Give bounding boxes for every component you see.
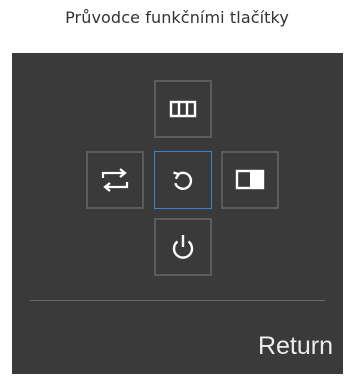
return-key[interactable]	[154, 151, 212, 209]
panel-divider	[30, 300, 325, 301]
power-icon	[172, 235, 194, 259]
guide-caption: Průvodce funkčními tlačítky	[65, 8, 289, 27]
swap-arrows-icon	[101, 168, 129, 192]
picture-mode-icon	[235, 169, 265, 190]
menu-grid-icon	[169, 100, 197, 118]
source-key[interactable]	[86, 151, 144, 209]
return-icon	[173, 171, 193, 190]
power-key[interactable]	[154, 218, 212, 276]
menu-key[interactable]	[154, 80, 212, 138]
function-key-guide-panel: Return	[12, 53, 343, 374]
selected-function-label: Return	[257, 332, 333, 360]
picture-mode-key[interactable]	[221, 151, 279, 209]
